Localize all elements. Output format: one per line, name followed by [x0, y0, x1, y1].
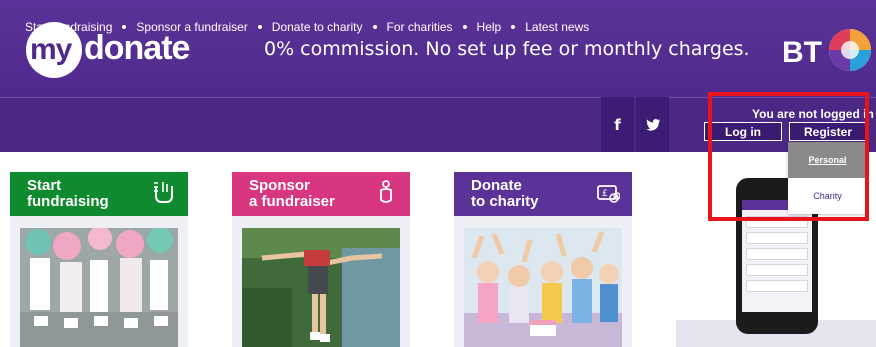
- start-fundraising-card[interactable]: Start fundraising: [10, 172, 188, 347]
- phone-list-row: [746, 248, 808, 260]
- twitter-icon: [645, 118, 660, 131]
- logo-my-text[interactable]: my: [30, 33, 72, 67]
- nav-links: Start fundraising Sponsor a fundraiser D…: [25, 20, 589, 34]
- nav-separator: [257, 25, 262, 29]
- logo-donate-text[interactable]: donate: [84, 29, 190, 68]
- nav-sponsor-fundraiser[interactable]: Sponsor a fundraiser: [136, 20, 247, 34]
- card-title: Sponsor a fundraiser: [249, 177, 335, 210]
- card-title: Start fundraising: [27, 177, 109, 210]
- nav-separator: [122, 25, 127, 29]
- nav-separator: [462, 25, 467, 29]
- nav-help[interactable]: Help: [477, 20, 502, 34]
- bt-globe-icon[interactable]: [828, 28, 872, 72]
- twitter-button[interactable]: [636, 97, 669, 152]
- nav-start-fundraising[interactable]: Start fundraising: [25, 20, 112, 34]
- nav-separator: [511, 25, 516, 29]
- annotation-highlight-box: [708, 92, 869, 221]
- pound-coins-icon: £: [597, 185, 620, 203]
- phone-list-row: [746, 232, 808, 244]
- nav-latest-news[interactable]: Latest news: [525, 20, 589, 34]
- svg-text:£: £: [602, 189, 608, 199]
- phone-list-row: [746, 280, 808, 292]
- donate-to-charity-card[interactable]: Donate to charity £: [454, 172, 632, 347]
- nav-donate-to-charity[interactable]: Donate to charity: [272, 20, 363, 34]
- facebook-icon: f: [614, 115, 621, 134]
- card-header: Start fundraising: [10, 172, 188, 216]
- raised-hands-icon: [154, 182, 173, 203]
- phone-list-row: [746, 264, 808, 276]
- bt-logo-text[interactable]: BT: [782, 36, 822, 70]
- nav-separator: [372, 25, 377, 29]
- header-tagline: 0% commission. No set up fee or monthly …: [264, 38, 750, 60]
- children-party-image: [464, 228, 622, 347]
- card-header: Donate to charity £: [454, 172, 632, 216]
- fundraising-runners-image: [20, 228, 178, 347]
- page: my donate 0% commission. No set up fee o…: [0, 0, 876, 347]
- bungee-jump-image: [242, 228, 400, 347]
- facebook-button[interactable]: f: [601, 97, 634, 152]
- nav-for-charities[interactable]: For charities: [387, 20, 453, 34]
- site-header: my donate 0% commission. No set up fee o…: [0, 0, 876, 97]
- card-header: Sponsor a fundraiser: [232, 172, 410, 216]
- card-title: Donate to charity: [471, 177, 539, 210]
- person-icon: [380, 180, 392, 203]
- sponsor-fundraiser-card[interactable]: Sponsor a fundraiser: [232, 172, 410, 347]
